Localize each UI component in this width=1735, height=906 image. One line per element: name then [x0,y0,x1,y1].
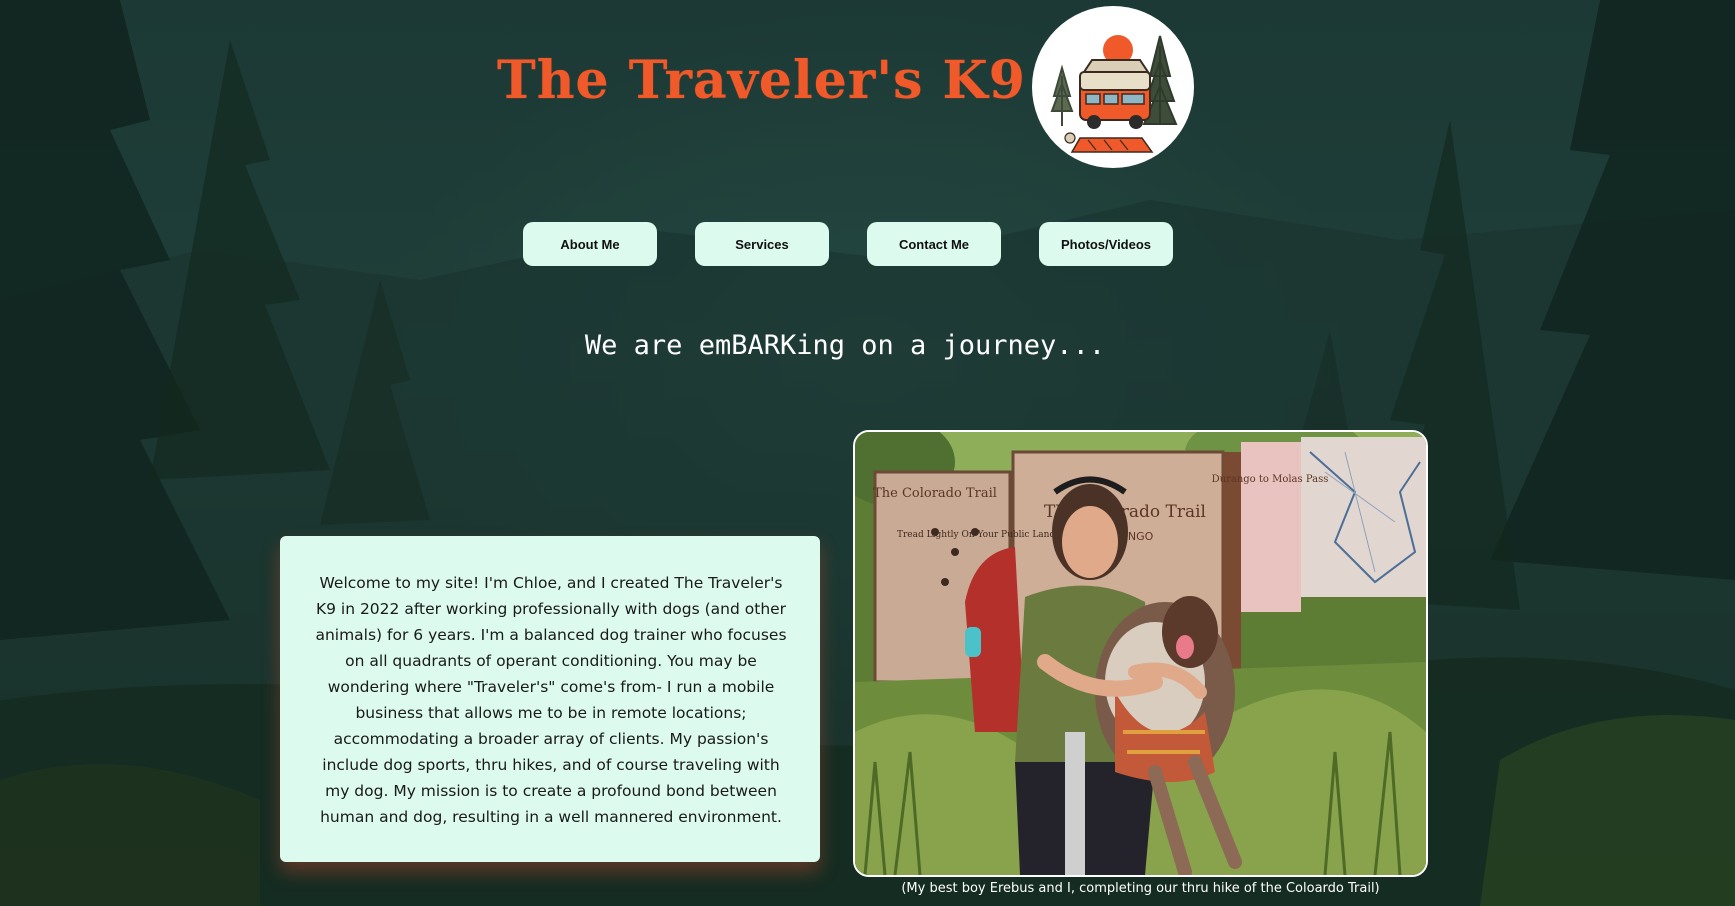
trail-photo-illustration: The Colorado Trail The Colorado Trail DU… [855,432,1426,875]
nav-about-me-button[interactable]: About Me [523,222,657,266]
sign-text-molas: Durango to Molas Pass [1212,474,1329,485]
trail-photo[interactable]: The Colorado Trail The Colorado Trail DU… [853,430,1428,877]
nav-services-button[interactable]: Services [695,222,829,266]
van-logo[interactable] [1032,6,1194,168]
sign-text-left: The Colorado Trail [873,486,997,501]
bio-card: Welcome to my site! I'm Chloe, and I cre… [280,536,820,862]
camper-van-icon [1050,35,1178,153]
nav-photos-videos-button[interactable]: Photos/Videos [1039,222,1173,266]
hero-tagline: We are emBARKing on a journey... [584,330,1106,361]
bio-text: Welcome to my site! I'm Chloe, and I cre… [315,574,787,826]
nav-contact-me-button[interactable]: Contact Me [867,222,1001,266]
photo-caption: (My best boy Erebus and I, completing ou… [901,881,1380,896]
site-title[interactable]: The Traveler's K9 [497,50,1026,111]
